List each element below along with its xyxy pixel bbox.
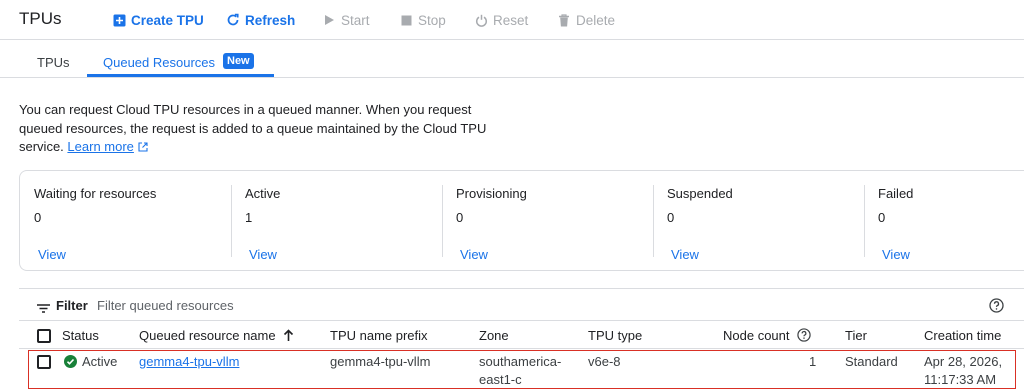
summary-label: Active (245, 186, 281, 201)
row-highlight-box (28, 350, 1016, 389)
external-link-icon (137, 139, 148, 158)
delete-button[interactable]: Delete (557, 11, 615, 29)
tab-bar: TPUs Queued Resources New (0, 41, 1024, 78)
reset-button[interactable]: Reset (474, 11, 528, 29)
summary-label: Waiting for resources (34, 186, 157, 201)
summary-count: 1 (245, 210, 253, 225)
summary-count: 0 (878, 210, 886, 225)
new-badge: New (223, 53, 254, 69)
summary-waiting: Waiting for resources 0 View (20, 171, 231, 271)
description-text: You can request Cloud TPU resources in a… (19, 101, 489, 158)
summary-count: 0 (34, 210, 42, 225)
tab-queued-resources[interactable]: Queued Resources (103, 55, 215, 70)
summary-count: 0 (456, 210, 464, 225)
summary-failed: Failed 0 View (864, 171, 1024, 271)
summary-active: Active 1 View (231, 171, 442, 271)
filter-label: Filter (56, 298, 88, 313)
active-tab-indicator (87, 74, 274, 77)
filter-icon[interactable] (37, 301, 50, 316)
trash-icon (557, 13, 571, 27)
help-icon[interactable] (797, 328, 811, 345)
column-tier[interactable]: Tier (845, 328, 867, 343)
view-link[interactable]: View (460, 247, 488, 262)
view-link[interactable]: View (249, 247, 277, 262)
stop-icon (399, 13, 413, 27)
learn-more-link[interactable]: Learn more (67, 139, 133, 154)
summary-label: Failed (878, 186, 914, 201)
view-link[interactable]: View (671, 247, 699, 262)
column-status[interactable]: Status (62, 328, 99, 343)
start-button[interactable]: Start (322, 11, 370, 29)
column-tpu-type[interactable]: TPU type (588, 328, 642, 343)
tab-tpus[interactable]: TPUs (37, 55, 70, 70)
summary-label: Suspended (667, 186, 733, 201)
view-link[interactable]: View (38, 247, 66, 262)
create-tpu-button[interactable]: Create TPU (112, 11, 204, 29)
add-box-icon (112, 13, 126, 27)
filter-bar: Filter Filter queued resources (19, 288, 1024, 321)
stop-button[interactable]: Stop (399, 11, 446, 29)
filter-input[interactable]: Filter queued resources (97, 298, 234, 313)
column-tpu-name-prefix[interactable]: TPU name prefix (330, 328, 428, 343)
column-zone[interactable]: Zone (479, 328, 509, 343)
sort-arrow-up-icon[interactable] (283, 329, 294, 345)
help-icon[interactable] (989, 298, 1004, 316)
view-link[interactable]: View (882, 247, 910, 262)
table-header: Status Queued resource name TPU name pre… (19, 322, 1024, 349)
column-node-count[interactable]: Node count (723, 328, 790, 343)
column-creation-time[interactable]: Creation time (924, 328, 1001, 343)
summary-suspended: Suspended 0 View (653, 171, 864, 271)
page-title: TPUs (19, 9, 62, 28)
power-icon (474, 13, 488, 27)
play-icon (322, 13, 336, 27)
status-summary-panel: Waiting for resources 0 View Active 1 Vi… (19, 170, 1024, 271)
select-all-checkbox[interactable] (37, 329, 51, 343)
summary-provisioning: Provisioning 0 View (442, 171, 653, 271)
summary-count: 0 (667, 210, 675, 225)
refresh-button[interactable]: Refresh (226, 11, 295, 29)
column-queued-resource-name[interactable]: Queued resource name (139, 328, 276, 343)
summary-label: Provisioning (456, 186, 527, 201)
refresh-icon (226, 13, 240, 27)
top-toolbar: TPUs Create TPU Refresh Start Stop Reset (0, 0, 1024, 40)
